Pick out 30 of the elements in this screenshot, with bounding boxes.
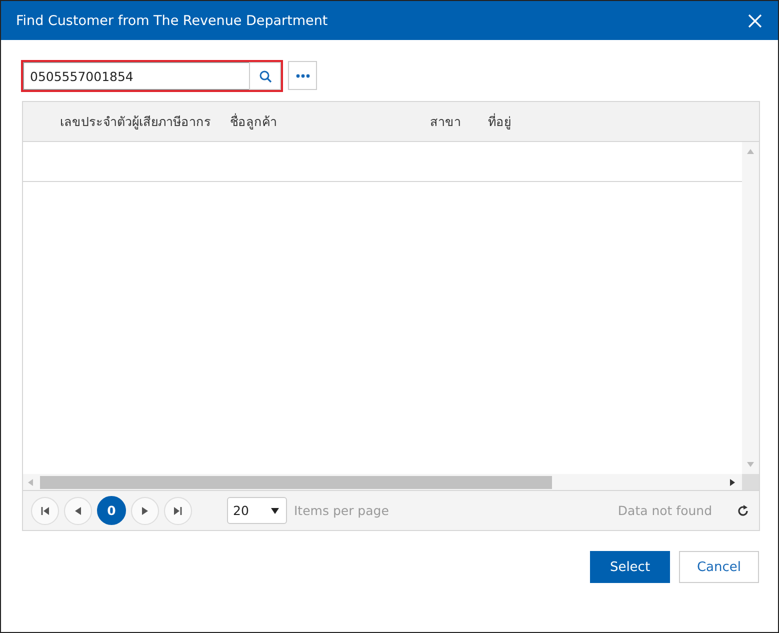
page-size-dropdown[interactable]: 20 [227, 497, 287, 524]
search-field[interactable]: 0505557001854 [21, 60, 283, 92]
column-header[interactable]: สาขา [430, 112, 488, 132]
next-page-button[interactable] [131, 496, 159, 524]
ellipsis-icon [296, 74, 310, 78]
previous-icon [75, 506, 81, 514]
column-header[interactable]: เลขประจำตัวผู้เสียภาษีอากร [60, 112, 230, 132]
horizontal-scrollbar[interactable] [23, 474, 759, 490]
first-page-button[interactable] [31, 496, 59, 524]
column-header[interactable]: ที่อยู่ [488, 112, 638, 132]
column-header[interactable]: ชื่อลูกค้า [230, 112, 430, 132]
last-page-icon [174, 506, 182, 514]
previous-page-button[interactable] [64, 496, 92, 524]
cancel-button[interactable]: Cancel [679, 551, 759, 583]
search-icon [258, 70, 272, 82]
close-icon[interactable] [748, 14, 762, 28]
select-button[interactable]: Select [590, 551, 670, 583]
next-icon [142, 506, 148, 514]
first-page-icon [41, 506, 49, 514]
last-page-button[interactable] [164, 496, 192, 524]
window-title: Find Customer from The Revenue Department [16, 12, 328, 28]
status-text: Data not found [618, 503, 712, 518]
search-button[interactable] [249, 62, 281, 90]
more-button[interactable] [288, 61, 317, 90]
caret-icon [271, 508, 279, 514]
page-number[interactable]: 0 [97, 496, 126, 525]
refresh-icon[interactable] [737, 504, 749, 516]
page-size-label: Items per page [294, 503, 389, 518]
scroll-right-icon[interactable] [730, 478, 735, 486]
page-size-value: 20 [233, 503, 249, 518]
